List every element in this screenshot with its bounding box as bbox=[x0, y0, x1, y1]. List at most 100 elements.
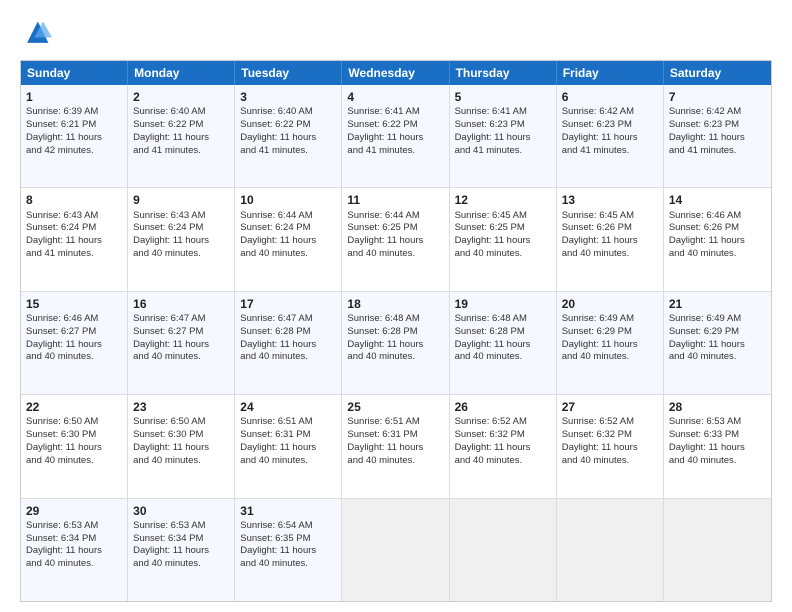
day-info-line: Daylight: 11 hours bbox=[133, 442, 229, 455]
day-info-line: and 40 minutes. bbox=[669, 248, 766, 261]
day-info-line: Daylight: 11 hours bbox=[562, 442, 658, 455]
day-info-line: Sunrise: 6:53 AM bbox=[26, 520, 122, 533]
day-info-line: Daylight: 11 hours bbox=[240, 235, 336, 248]
day-info-line: Daylight: 11 hours bbox=[133, 545, 229, 558]
day-info-line: and 40 minutes. bbox=[669, 455, 766, 468]
day-info-line: and 40 minutes. bbox=[26, 558, 122, 571]
day-number: 25 bbox=[347, 399, 443, 415]
calendar-empty-day bbox=[557, 499, 664, 601]
day-info-line: Daylight: 11 hours bbox=[26, 235, 122, 248]
day-info-line: Sunset: 6:22 PM bbox=[240, 119, 336, 132]
day-info-line: Sunset: 6:34 PM bbox=[133, 533, 229, 546]
day-info-line: Daylight: 11 hours bbox=[240, 339, 336, 352]
day-info-line: and 40 minutes. bbox=[26, 351, 122, 364]
calendar-day: 16Sunrise: 6:47 AMSunset: 6:27 PMDayligh… bbox=[128, 292, 235, 394]
day-info-line: Sunrise: 6:52 AM bbox=[455, 416, 551, 429]
day-info-line: Sunset: 6:23 PM bbox=[669, 119, 766, 132]
day-info-line: and 41 minutes. bbox=[669, 145, 766, 158]
day-info-line: Sunrise: 6:48 AM bbox=[347, 313, 443, 326]
calendar-day: 31Sunrise: 6:54 AMSunset: 6:35 PMDayligh… bbox=[235, 499, 342, 601]
day-info-line: and 40 minutes. bbox=[562, 248, 658, 261]
day-number: 9 bbox=[133, 192, 229, 208]
calendar-row: 1Sunrise: 6:39 AMSunset: 6:21 PMDaylight… bbox=[21, 85, 771, 187]
day-info-line: Daylight: 11 hours bbox=[347, 442, 443, 455]
calendar-empty-day bbox=[450, 499, 557, 601]
day-info-line: Sunset: 6:31 PM bbox=[240, 429, 336, 442]
day-info-line: Daylight: 11 hours bbox=[240, 442, 336, 455]
day-number: 26 bbox=[455, 399, 551, 415]
calendar-day: 18Sunrise: 6:48 AMSunset: 6:28 PMDayligh… bbox=[342, 292, 449, 394]
day-number: 8 bbox=[26, 192, 122, 208]
day-info-line: and 40 minutes. bbox=[455, 455, 551, 468]
day-info-line: Sunset: 6:29 PM bbox=[562, 326, 658, 339]
day-info-line: Sunrise: 6:43 AM bbox=[133, 210, 229, 223]
calendar-day: 19Sunrise: 6:48 AMSunset: 6:28 PMDayligh… bbox=[450, 292, 557, 394]
day-info-line: and 40 minutes. bbox=[240, 558, 336, 571]
day-number: 24 bbox=[240, 399, 336, 415]
header bbox=[20, 18, 772, 50]
day-info-line: Sunset: 6:30 PM bbox=[26, 429, 122, 442]
weekday-header: Wednesday bbox=[342, 61, 449, 85]
day-info-line: Sunset: 6:33 PM bbox=[669, 429, 766, 442]
weekday-header: Sunday bbox=[21, 61, 128, 85]
day-number: 30 bbox=[133, 503, 229, 519]
day-info-line: Sunset: 6:21 PM bbox=[26, 119, 122, 132]
day-number: 4 bbox=[347, 89, 443, 105]
day-info-line: and 41 minutes. bbox=[562, 145, 658, 158]
day-info-line: Sunrise: 6:43 AM bbox=[26, 210, 122, 223]
day-number: 31 bbox=[240, 503, 336, 519]
calendar-day: 6Sunrise: 6:42 AMSunset: 6:23 PMDaylight… bbox=[557, 85, 664, 187]
calendar-day: 11Sunrise: 6:44 AMSunset: 6:25 PMDayligh… bbox=[342, 188, 449, 290]
day-number: 22 bbox=[26, 399, 122, 415]
day-info-line: Sunrise: 6:50 AM bbox=[133, 416, 229, 429]
day-info-line: Daylight: 11 hours bbox=[240, 545, 336, 558]
day-number: 20 bbox=[562, 296, 658, 312]
day-number: 6 bbox=[562, 89, 658, 105]
day-info-line: Daylight: 11 hours bbox=[669, 235, 766, 248]
day-info-line: Sunrise: 6:41 AM bbox=[455, 106, 551, 119]
day-info-line: and 40 minutes. bbox=[240, 248, 336, 261]
day-info-line: Sunrise: 6:46 AM bbox=[26, 313, 122, 326]
day-info-line: and 40 minutes. bbox=[347, 248, 443, 261]
day-info-line: Sunset: 6:26 PM bbox=[562, 222, 658, 235]
day-number: 10 bbox=[240, 192, 336, 208]
day-info-line: Sunrise: 6:40 AM bbox=[133, 106, 229, 119]
day-info-line: Daylight: 11 hours bbox=[455, 442, 551, 455]
logo bbox=[20, 18, 56, 50]
day-info-line: Daylight: 11 hours bbox=[562, 339, 658, 352]
weekday-header: Thursday bbox=[450, 61, 557, 85]
calendar-day: 17Sunrise: 6:47 AMSunset: 6:28 PMDayligh… bbox=[235, 292, 342, 394]
day-info-line: and 40 minutes. bbox=[133, 558, 229, 571]
calendar-day: 14Sunrise: 6:46 AMSunset: 6:26 PMDayligh… bbox=[664, 188, 771, 290]
calendar-header: SundayMondayTuesdayWednesdayThursdayFrid… bbox=[21, 61, 771, 85]
calendar-row: 22Sunrise: 6:50 AMSunset: 6:30 PMDayligh… bbox=[21, 394, 771, 497]
day-info-line: Sunset: 6:28 PM bbox=[455, 326, 551, 339]
day-info-line: Sunset: 6:26 PM bbox=[669, 222, 766, 235]
calendar-day: 20Sunrise: 6:49 AMSunset: 6:29 PMDayligh… bbox=[557, 292, 664, 394]
day-info-line: Daylight: 11 hours bbox=[26, 132, 122, 145]
day-info-line: Sunrise: 6:51 AM bbox=[347, 416, 443, 429]
day-info-line: Sunset: 6:28 PM bbox=[347, 326, 443, 339]
day-info-line: Sunset: 6:22 PM bbox=[347, 119, 443, 132]
calendar-empty-day bbox=[664, 499, 771, 601]
day-info-line: Sunrise: 6:53 AM bbox=[669, 416, 766, 429]
day-info-line: Daylight: 11 hours bbox=[240, 132, 336, 145]
calendar-empty-day bbox=[342, 499, 449, 601]
day-info-line: Daylight: 11 hours bbox=[347, 235, 443, 248]
calendar-day: 24Sunrise: 6:51 AMSunset: 6:31 PMDayligh… bbox=[235, 395, 342, 497]
day-info-line: Sunrise: 6:54 AM bbox=[240, 520, 336, 533]
calendar-day: 2Sunrise: 6:40 AMSunset: 6:22 PMDaylight… bbox=[128, 85, 235, 187]
day-info-line: Sunrise: 6:41 AM bbox=[347, 106, 443, 119]
calendar-row: 8Sunrise: 6:43 AMSunset: 6:24 PMDaylight… bbox=[21, 187, 771, 290]
day-info-line: Daylight: 11 hours bbox=[26, 442, 122, 455]
calendar-day: 21Sunrise: 6:49 AMSunset: 6:29 PMDayligh… bbox=[664, 292, 771, 394]
logo-icon bbox=[20, 18, 52, 50]
day-info-line: and 40 minutes. bbox=[133, 455, 229, 468]
day-info-line: and 40 minutes. bbox=[133, 351, 229, 364]
calendar-day: 28Sunrise: 6:53 AMSunset: 6:33 PMDayligh… bbox=[664, 395, 771, 497]
calendar-day: 7Sunrise: 6:42 AMSunset: 6:23 PMDaylight… bbox=[664, 85, 771, 187]
day-info-line: Daylight: 11 hours bbox=[347, 339, 443, 352]
day-info-line: Sunrise: 6:51 AM bbox=[240, 416, 336, 429]
day-info-line: Sunrise: 6:49 AM bbox=[562, 313, 658, 326]
day-number: 15 bbox=[26, 296, 122, 312]
